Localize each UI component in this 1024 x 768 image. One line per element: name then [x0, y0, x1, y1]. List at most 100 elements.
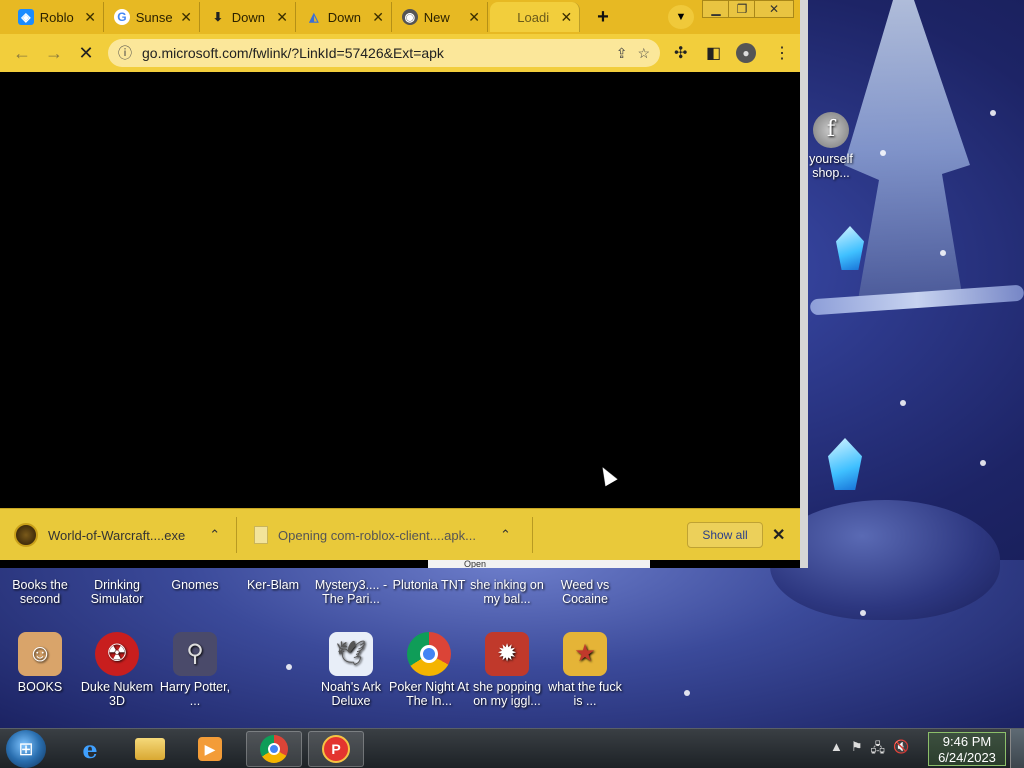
tab-sunset[interactable]: G Sunse ✕	[108, 2, 200, 32]
desktop-icon[interactable]: Ker-Blam	[233, 578, 313, 592]
tab-download-2[interactable]: ◭ Down ✕	[300, 2, 392, 32]
desktop-icon-flash[interactable]: f yourself shop...	[800, 112, 862, 180]
snowflake	[286, 664, 292, 670]
desktop-icon[interactable]: Weed vs Cocaine	[545, 578, 625, 606]
media-player-icon: ▶	[198, 737, 222, 761]
desktop-icon-duke-nukem[interactable]: ☢ Duke Nukem 3D	[77, 632, 157, 708]
close-icon[interactable]: ✕	[371, 9, 385, 26]
stop-button[interactable]: ✕	[70, 37, 102, 69]
network-icon[interactable]: 🖧	[871, 739, 886, 761]
tab-new[interactable]: ◉ New ✕	[396, 2, 488, 32]
tab-roblox[interactable]: ◈ Roblo ✕	[12, 2, 104, 32]
taskbar-ie[interactable]: e	[62, 731, 118, 767]
partial-label-text: Open	[464, 560, 487, 568]
desktop-icon[interactable]: Mystery3.... - The Pari...	[311, 578, 391, 606]
taskbar-media-player[interactable]: ▶	[182, 731, 238, 767]
taskbar-roblox-studio[interactable]: P	[308, 731, 364, 767]
snowflake	[940, 250, 946, 256]
wow-icon	[14, 523, 38, 547]
desktop-icon-poker-night[interactable]: Poker Night At The In...	[389, 632, 469, 708]
desktop-icon-books[interactable]: ☺ BOOKS	[0, 632, 80, 694]
share-icon[interactable]: ⇪	[616, 45, 628, 62]
start-button[interactable]: ⊞	[6, 730, 46, 768]
tab-title: Down	[231, 9, 266, 25]
desktop-icon[interactable]: Gnomes	[155, 578, 235, 592]
chrome-icon: ◉	[402, 9, 418, 25]
chevron-up-icon[interactable]: ⌃	[500, 527, 511, 543]
desktop-icon-she-popping[interactable]: ✹ she popping on my iggl...	[467, 632, 547, 708]
restore-button[interactable]: ❐	[728, 0, 756, 18]
desktop-icon-label: yourself shop...	[809, 152, 853, 180]
desktop-icon[interactable]: she inking on my bal...	[467, 578, 547, 606]
desktop-icon-label: Poker Night At The In...	[389, 680, 469, 708]
desktop-icon-label: Weed vs Cocaine	[560, 578, 610, 606]
desktop-icon-label: Ker-Blam	[246, 578, 300, 592]
folder-icon	[135, 738, 165, 760]
books-icon: ☺	[18, 632, 62, 676]
close-icon[interactable]: ✕	[179, 9, 193, 26]
desktop-icon[interactable]: Drinking Simulator	[77, 578, 157, 606]
action-center-flag-icon[interactable]: ⚑	[851, 739, 863, 761]
tab-title: New	[423, 9, 450, 25]
extensions-icon[interactable]: ✣	[674, 43, 687, 63]
close-icon: ✕	[768, 2, 780, 16]
desktop-icon-label: Plutonia TNT	[392, 578, 466, 592]
show-all-downloads-button[interactable]: Show all	[687, 522, 763, 548]
snowflake	[900, 400, 906, 406]
forward-button[interactable]: →	[38, 37, 70, 69]
taskbar-explorer[interactable]	[122, 731, 178, 767]
profile-icon[interactable]: ●	[736, 43, 756, 63]
bookmark-star-icon[interactable]: ☆	[637, 45, 650, 62]
close-icon[interactable]: ✕	[83, 9, 97, 26]
download-filename: World-of-Warcraft....exe	[48, 527, 186, 543]
system-tray: ▲ ⚑ 🖧 🔇	[830, 739, 909, 761]
stop-icon: ✕	[78, 42, 94, 63]
desktop-icon-noahs-ark[interactable]: 🕊 Noah's Ark Deluxe	[311, 632, 391, 708]
close-icon[interactable]: ✕	[275, 9, 289, 26]
desktop-icon-label: Harry Potter, ...	[159, 680, 231, 708]
taskbar-chrome[interactable]	[246, 731, 302, 767]
desktop-icon-harry-potter[interactable]: ⚲ Harry Potter, ...	[155, 632, 235, 708]
wizard-icon: ⚲	[173, 632, 217, 676]
show-desktop-button[interactable]	[1010, 729, 1024, 768]
chevron-up-icon[interactable]: ⌃	[209, 527, 220, 543]
close-icon[interactable]: ✕	[772, 525, 785, 545]
tab-loading[interactable]: Loadi ✕	[490, 2, 580, 32]
close-window-button[interactable]: ✕	[754, 0, 794, 18]
side-panel-icon[interactable]: ◧	[706, 43, 721, 63]
volume-muted-icon[interactable]: 🔇	[893, 739, 909, 761]
desktop-icon-label: Noah's Ark Deluxe	[320, 680, 382, 708]
system-clock[interactable]: 9:46 PM 6/24/2023	[928, 732, 1006, 766]
flash-icon: f	[813, 112, 849, 148]
new-tab-button[interactable]: +	[590, 5, 616, 29]
close-icon[interactable]: ✕	[560, 9, 573, 26]
tab-title: Roblo	[39, 9, 74, 25]
desktop-icon[interactable]: Plutonia TNT	[389, 578, 469, 592]
desktop-icon-label: Duke Nukem 3D	[80, 680, 154, 708]
desktop-icon-what-the[interactable]: ★ what the fuck is ...	[545, 632, 625, 708]
chrome-icon	[260, 735, 288, 763]
tab-title: Loadi	[517, 9, 550, 25]
close-icon[interactable]: ✕	[467, 9, 481, 26]
menu-kebab-icon[interactable]: ⋮	[774, 43, 790, 63]
wallpaper-crystal	[828, 438, 862, 490]
url-text[interactable]: go.microsoft.com/fwlink/?LinkId=57426&Ex…	[142, 45, 606, 61]
snowflake	[880, 150, 886, 156]
download-shelf: World-of-Warcraft....exe ⌃ Opening com-r…	[0, 508, 800, 560]
snowflake	[980, 460, 986, 466]
clock-date: 6/24/2023	[938, 750, 996, 765]
minimize-button[interactable]: ▁	[702, 0, 730, 18]
file-icon	[254, 526, 268, 544]
snowflake	[990, 110, 996, 116]
back-button[interactable]: ←	[6, 37, 38, 69]
desktop-icon[interactable]: Books the second	[0, 578, 80, 606]
tray-expand-icon[interactable]: ▲	[830, 739, 843, 761]
download-item[interactable]: Opening com-roblox-client....apk... ⌃	[254, 519, 511, 551]
address-bar[interactable]: ⓘ go.microsoft.com/fwlink/?LinkId=57426&…	[108, 39, 660, 67]
back-arrow-icon: ←	[13, 42, 31, 63]
dove-icon: 🕊	[329, 632, 373, 676]
download-item[interactable]: World-of-Warcraft....exe ⌃	[14, 519, 220, 551]
tab-search-button[interactable]: ▼	[668, 5, 694, 29]
tab-download-1[interactable]: ⬇ Down ✕	[204, 2, 296, 32]
loading-icon	[496, 9, 511, 25]
